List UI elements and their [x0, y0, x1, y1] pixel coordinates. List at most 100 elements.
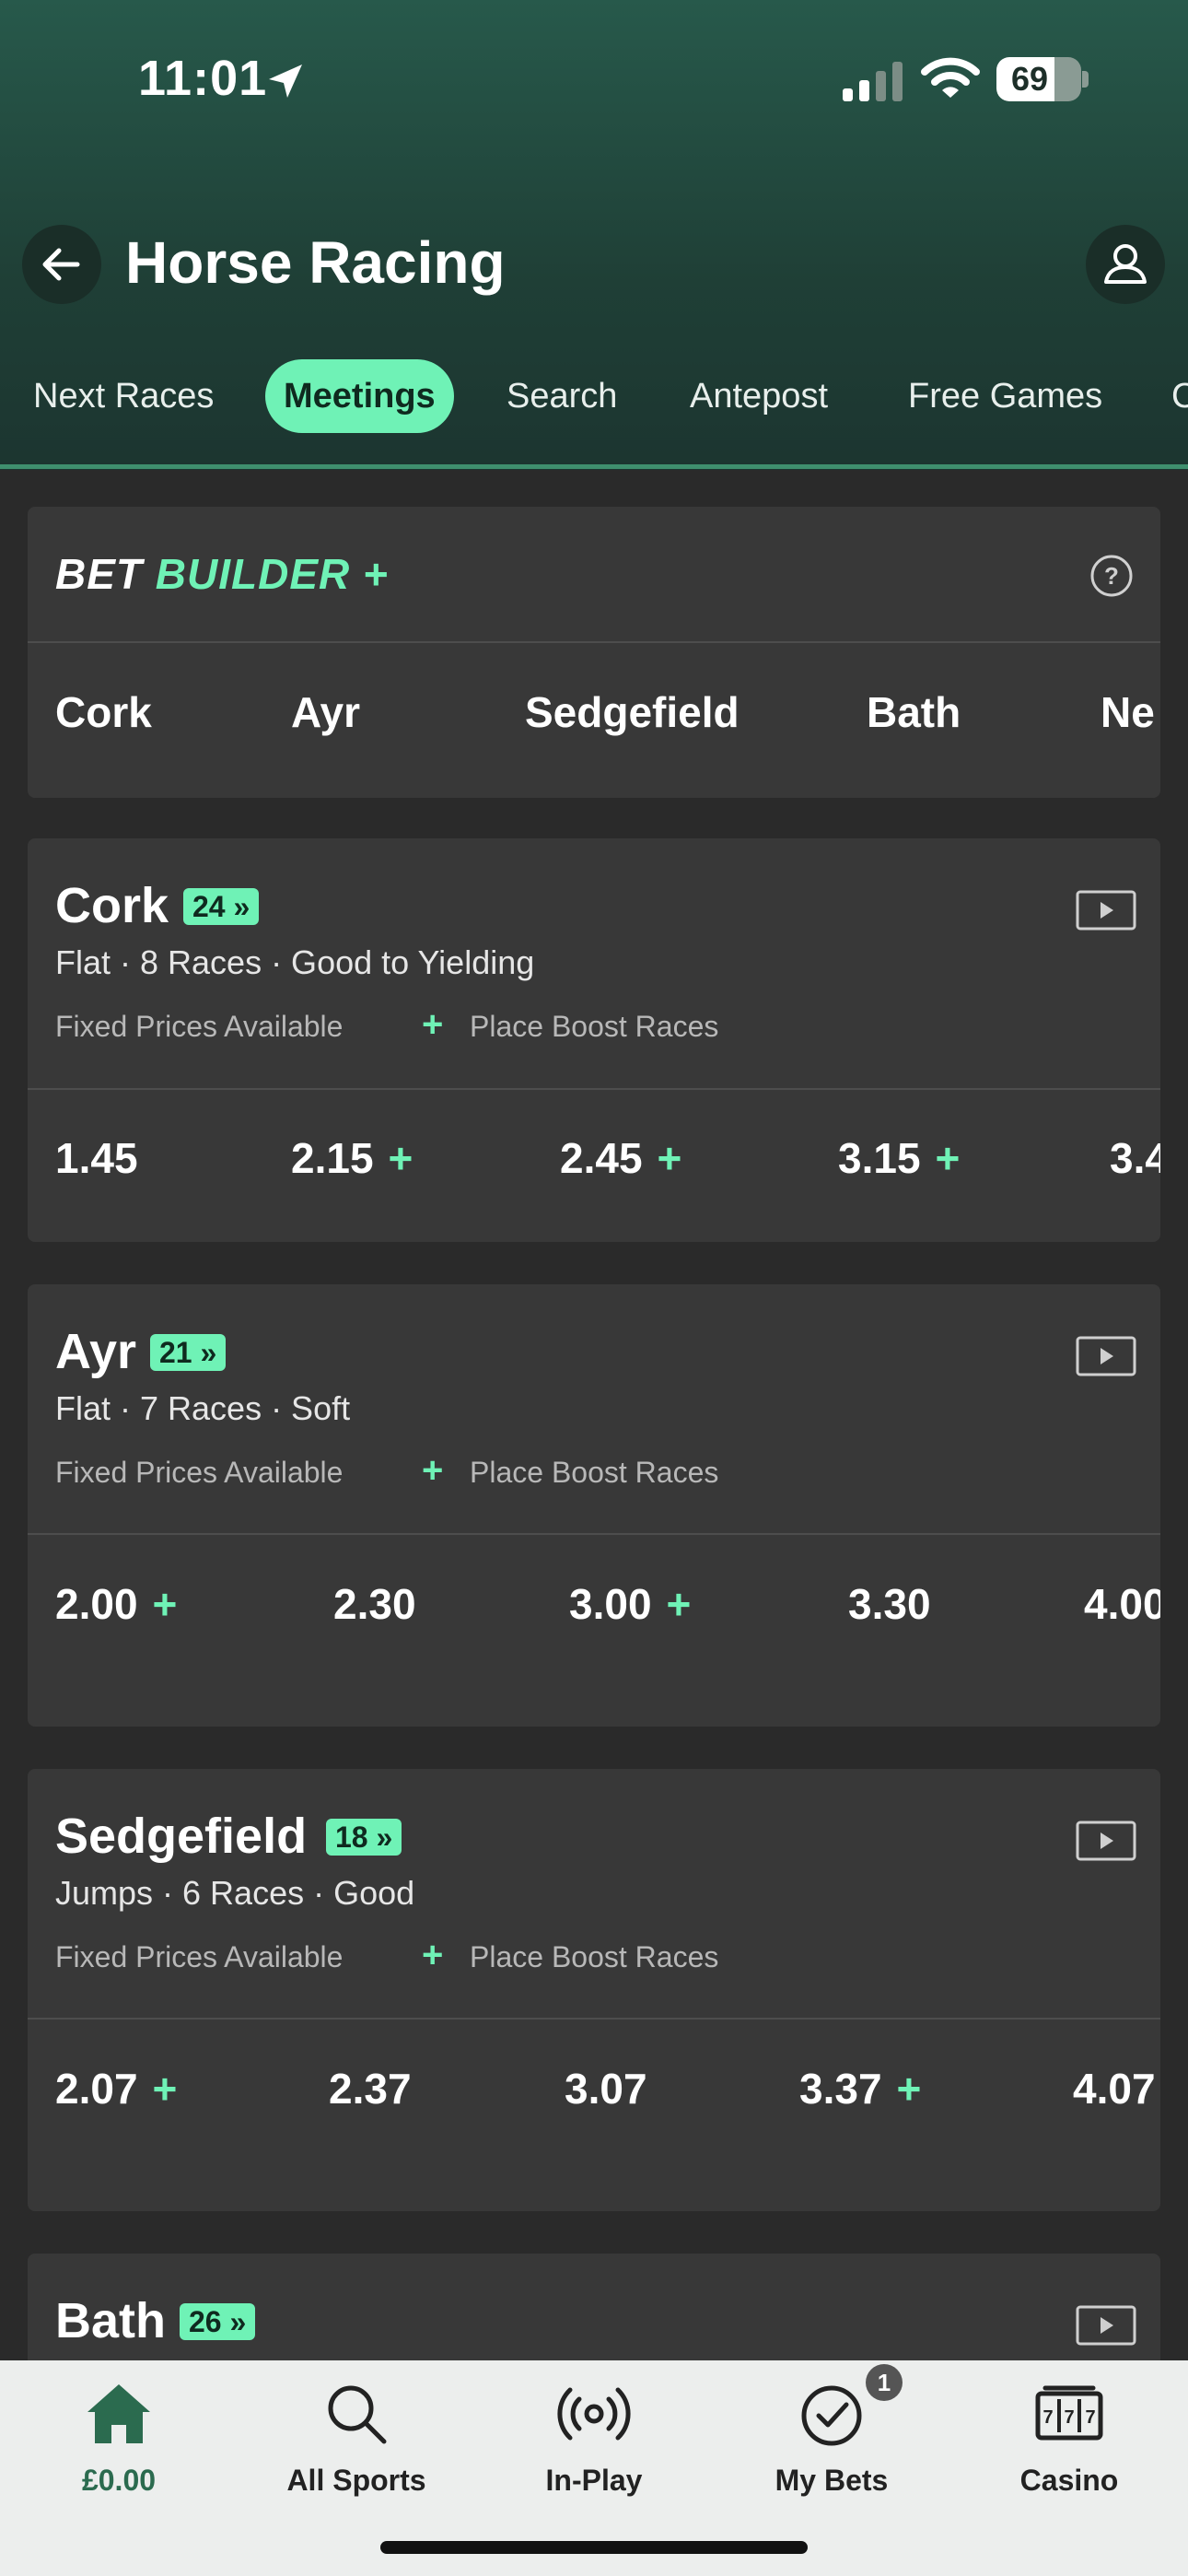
odds-button[interactable]: 2.00 +: [55, 1579, 177, 1629]
meeting-name: Sedgefield: [55, 1809, 308, 1864]
tab-meetings[interactable]: Meetings: [265, 359, 454, 433]
sub-navigation-tabs: Next Races Meetings Search Antepost Free…: [0, 359, 1188, 433]
location-arrow-icon: [269, 64, 302, 98]
play-video-icon[interactable]: [1076, 1336, 1136, 1376]
fixed-prices-label: Fixed Prices Available: [55, 1010, 344, 1043]
odds-value: 3.07: [565, 2065, 647, 2113]
help-icon[interactable]: ?: [1089, 553, 1135, 599]
bet-builder-meeting-bath[interactable]: Bath: [867, 687, 961, 737]
odds-button[interactable]: 3.37 +: [799, 2064, 921, 2113]
user-icon: [1104, 244, 1147, 284]
odds-button[interactable]: 2.07 +: [55, 2064, 177, 2113]
odds-button[interactable]: 2.37: [329, 2064, 412, 2113]
battery-cap: [1082, 71, 1089, 88]
meeting-name: Bath: [55, 2293, 166, 2348]
odds-button[interactable]: 3.4: [1110, 1133, 1160, 1183]
bet-builder-meeting-ayr[interactable]: Ayr: [291, 687, 360, 737]
odds-value: 2.30: [333, 1580, 416, 1628]
odds-value: 2.45: [560, 1134, 643, 1182]
cellular-signal-icon: [843, 62, 903, 101]
nav-my-bets[interactable]: My Bets: [713, 2360, 950, 2526]
place-boost-label: Place Boost Races: [470, 1940, 719, 1973]
meeting-card-sedgefield[interactable]: Sedgefield 18 » Jumps · 6 Races · Good F…: [28, 1769, 1160, 2211]
odds-value: 3.15: [838, 1134, 921, 1182]
checkmark-circle-icon: [801, 2385, 862, 2446]
meeting-name: Cork: [55, 878, 169, 933]
odds-button[interactable]: 2.15 +: [291, 1133, 413, 1183]
boost-plus-icon: +: [388, 1134, 413, 1182]
tab-antepost[interactable]: Antepost: [690, 359, 828, 433]
odds-button[interactable]: 1.45: [55, 1133, 138, 1183]
odds-value: 3.00: [569, 1580, 652, 1628]
svg-text:7: 7: [1042, 2407, 1053, 2428]
nav-label: Casino: [1019, 2464, 1119, 2497]
home-indicator[interactable]: [380, 2541, 808, 2554]
play-video-icon[interactable]: [1076, 2305, 1136, 2346]
arrow-left-icon: [42, 248, 80, 281]
divider: [28, 1533, 1160, 1535]
nav-label: £0.00: [81, 2464, 157, 2497]
odds-button[interactable]: 4.00: [1084, 1579, 1160, 1629]
status-time: 11:01: [138, 51, 268, 106]
boost-plus-icon: +: [666, 1580, 692, 1628]
odds-value: 3.30: [848, 1580, 931, 1628]
divider: [28, 1088, 1160, 1090]
boost-plus-icon: +: [896, 2065, 922, 2113]
odds-value: 4.00: [1084, 1580, 1160, 1628]
meeting-badge: 26 »: [180, 2303, 256, 2340]
odds-value: 2.07: [55, 2065, 138, 2113]
odds-button[interactable]: 2.30: [333, 1579, 416, 1629]
fixed-prices-label: Fixed Prices Available: [55, 1456, 344, 1489]
odds-button[interactable]: 3.15 +: [838, 1133, 960, 1183]
odds-button[interactable]: 3.30: [848, 1579, 931, 1629]
bet-builder-logo-builder: BUILDER +: [155, 550, 389, 598]
meeting-badge: 24 »: [183, 888, 260, 925]
boost-plus-icon: +: [657, 1134, 682, 1182]
tab-overflow[interactable]: C: [1171, 359, 1188, 433]
meeting-details: Flat · 7 Races · Soft: [55, 1389, 351, 1427]
odds-value: 4.07: [1073, 2065, 1156, 2113]
odds-button[interactable]: 4.07: [1073, 2064, 1156, 2113]
meeting-badge: 18 »: [326, 1819, 402, 1856]
bet-builder-meeting-cork[interactable]: Cork: [55, 687, 152, 737]
plus-icon: +: [422, 1450, 444, 1491]
play-video-icon[interactable]: [1076, 890, 1136, 931]
nav-casino[interactable]: 7 7 7 Casino: [950, 2360, 1188, 2526]
tab-next-races[interactable]: Next Races: [33, 359, 214, 433]
page-title: Horse Racing: [125, 229, 506, 296]
meeting-card-ayr[interactable]: Ayr 21 » Flat · 7 Races · Soft Fixed Pri…: [28, 1284, 1160, 1727]
slot-machine-icon: 7 7 7: [1035, 2385, 1103, 2441]
odds-value: 2.00: [55, 1580, 138, 1628]
odds-value: 3.37: [799, 2065, 882, 2113]
nav-home[interactable]: £0.00: [0, 2360, 238, 2526]
battery-indicator: 69: [996, 57, 1081, 101]
tab-free-games[interactable]: Free Games: [908, 359, 1102, 433]
fixed-prices-label: Fixed Prices Available: [55, 1940, 344, 1973]
back-button[interactable]: [22, 225, 101, 304]
bet-builder-meeting-sedgefield[interactable]: Sedgefield: [525, 687, 740, 737]
bet-builder-logo-bet: BET: [55, 550, 143, 598]
odds-button[interactable]: 3.07: [565, 2064, 647, 2113]
nav-in-play[interactable]: In-Play: [475, 2360, 713, 2526]
tab-search[interactable]: Search: [507, 359, 617, 433]
meeting-badge: 21 »: [150, 1334, 227, 1371]
place-boost-label: Place Boost Races: [470, 1010, 719, 1043]
odds-value: 3.4: [1110, 1134, 1160, 1182]
plus-icon: +: [422, 1935, 444, 1975]
bet-builder-meeting-next[interactable]: Ne: [1101, 687, 1155, 737]
odds-value: 2.37: [329, 2065, 412, 2113]
nav-all-sports[interactable]: All Sports: [238, 2360, 475, 2526]
place-boost-label: Place Boost Races: [470, 1456, 719, 1489]
divider: [28, 2018, 1160, 2020]
battery-percentage: 69: [1010, 60, 1049, 98]
boost-plus-icon: +: [152, 2065, 178, 2113]
profile-button[interactable]: [1086, 225, 1165, 304]
bet-builder-logo: BET BUILDER +: [55, 549, 389, 599]
odds-value: 1.45: [55, 1134, 138, 1182]
svg-text:7: 7: [1085, 2407, 1095, 2428]
odds-button[interactable]: 2.45 +: [560, 1133, 681, 1183]
play-video-icon[interactable]: [1076, 1821, 1136, 1861]
svg-text:?: ?: [1104, 562, 1119, 590]
meeting-card-cork[interactable]: Cork 24 » Flat · 8 Races · Good to Yield…: [28, 838, 1160, 1242]
odds-button[interactable]: 3.00 +: [569, 1579, 691, 1629]
